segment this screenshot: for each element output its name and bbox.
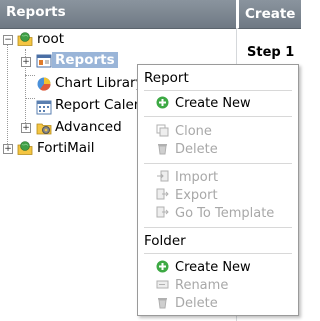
menu-report-create-new[interactable]: Create New bbox=[156, 96, 251, 111]
root-collapse-toggle[interactable]: − bbox=[3, 35, 13, 45]
menu-report-export[interactable]: Export bbox=[156, 188, 218, 203]
menu-folder-create-new[interactable]: Create New bbox=[156, 260, 251, 275]
tree-node-advanced[interactable]: Advanced bbox=[55, 119, 122, 135]
globe-folder-icon bbox=[17, 31, 33, 47]
clone-icon bbox=[156, 124, 169, 137]
advanced-expand-toggle[interactable]: + bbox=[21, 123, 31, 133]
tree-node-root[interactable]: root bbox=[37, 31, 64, 47]
reports-panel-title: Reports bbox=[6, 4, 66, 20]
menu-separator bbox=[144, 253, 292, 254]
calendar-icon bbox=[36, 99, 52, 115]
menu-separator bbox=[144, 227, 292, 228]
menu-section-report: Report bbox=[144, 70, 189, 86]
menu-report-go-to-template[interactable]: Go To Template bbox=[156, 206, 274, 221]
create-panel-header: Create N bbox=[237, 0, 301, 29]
chart-library-icon bbox=[36, 76, 52, 92]
context-menu: Report Create New Clone Delete Import Ex… bbox=[137, 64, 299, 316]
menu-report-import[interactable]: Import bbox=[156, 170, 218, 185]
tree-connector bbox=[25, 98, 35, 99]
import-icon bbox=[156, 170, 169, 183]
advanced-settings-icon bbox=[36, 120, 52, 136]
rename-icon bbox=[156, 278, 169, 291]
globe-folder-icon bbox=[17, 140, 33, 156]
menu-section-folder: Folder bbox=[144, 233, 186, 249]
menu-separator bbox=[144, 90, 292, 91]
template-icon bbox=[156, 206, 169, 219]
export-icon bbox=[156, 188, 169, 201]
menu-report-clone[interactable]: Clone bbox=[156, 124, 212, 139]
fortimail-expand-toggle[interactable]: + bbox=[3, 144, 13, 154]
tree-node-fortimail[interactable]: FortiMail bbox=[37, 140, 95, 156]
trash-icon bbox=[156, 142, 169, 155]
reports-panel-header: Reports bbox=[0, 0, 236, 29]
menu-folder-rename[interactable]: Rename bbox=[156, 278, 228, 293]
reports-expand-toggle[interactable]: + bbox=[21, 57, 31, 67]
menu-report-delete[interactable]: Delete bbox=[156, 142, 218, 157]
plus-icon bbox=[156, 96, 169, 109]
tree-node-reports[interactable]: Reports bbox=[52, 52, 118, 68]
tree-node-chart-library[interactable]: Chart Library bbox=[55, 75, 144, 91]
menu-separator bbox=[144, 163, 292, 164]
report-icon bbox=[36, 53, 52, 69]
menu-separator bbox=[144, 116, 292, 117]
menu-folder-delete[interactable]: Delete bbox=[156, 296, 218, 311]
trash-icon bbox=[156, 296, 169, 309]
plus-icon bbox=[156, 260, 169, 273]
tree-connector bbox=[25, 75, 35, 76]
step-label: Step 1 - bbox=[247, 45, 299, 60]
create-panel-title: Create N bbox=[245, 6, 301, 22]
tree-connector bbox=[7, 44, 8, 152]
